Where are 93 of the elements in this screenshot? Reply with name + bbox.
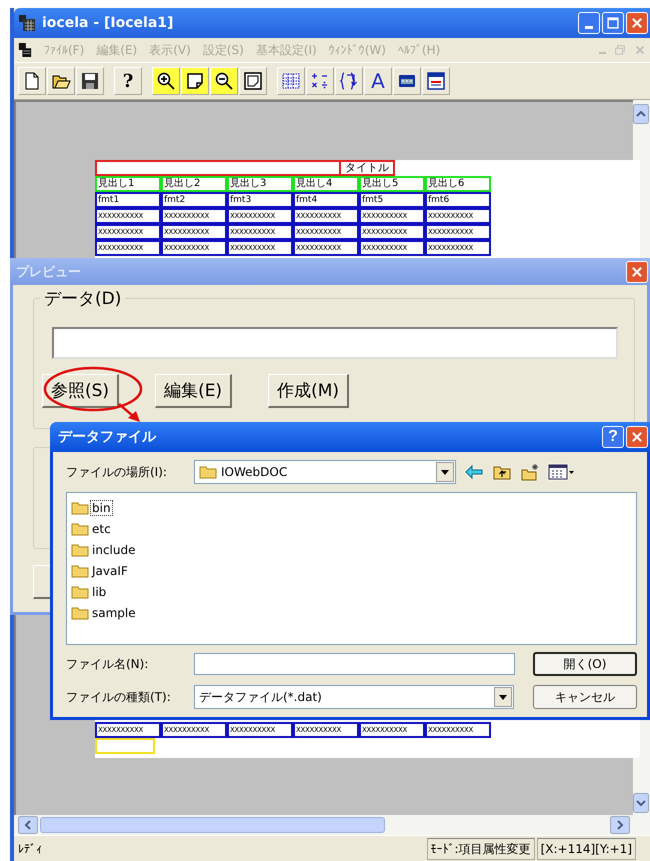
scroll-left-icon[interactable] (18, 816, 38, 834)
toolbar-button[interactable]: ? (114, 67, 142, 95)
scrollbar-thumb[interactable] (40, 817, 385, 833)
toolbar-button[interactable] (393, 67, 421, 95)
file-type-label: ファイルの種類(T): (66, 688, 172, 706)
scroll-up-icon[interactable] (633, 104, 649, 124)
arrow (118, 403, 142, 423)
toolbar-button[interactable] (76, 67, 104, 95)
heading-cell: 見出し4 (293, 176, 359, 192)
dropdown-icon[interactable] (436, 462, 454, 482)
selection-box (95, 738, 155, 754)
new-folder-icon[interactable] (520, 462, 540, 482)
toolbar-button[interactable] (306, 67, 334, 95)
folder-icon (71, 606, 89, 620)
scroll-right-icon[interactable] (610, 816, 630, 834)
math-symbols-icon (310, 71, 330, 91)
open-button[interactable]: 開く(O) (533, 652, 637, 676)
file-type-value: データファイル(*.dat) (199, 688, 322, 706)
sheet-title: タイトル (339, 162, 393, 174)
location-label: ファイルの場所(I): (66, 464, 168, 480)
toolbar-button[interactable] (210, 67, 238, 95)
app-icon (18, 14, 36, 32)
format-cell: fmt5 (359, 192, 425, 208)
format-cell: fmt6 (425, 192, 491, 208)
close-icon (630, 430, 644, 444)
window-title: iocela - [Iocela1] (42, 15, 174, 31)
close-button[interactable] (626, 12, 648, 34)
location-dropdown[interactable]: IOWebDOC (194, 460, 456, 484)
format-cell: fmt2 (161, 192, 227, 208)
scroll-down-icon[interactable] (633, 793, 649, 813)
folder-item[interactable]: lib (90, 584, 108, 600)
toolbar-button[interactable] (181, 67, 209, 95)
toolbar-button[interactable]: A (364, 67, 392, 95)
minimize-icon (585, 26, 593, 29)
heading-cell: 見出し2 (161, 176, 227, 192)
toolbar-button[interactable] (18, 67, 46, 95)
format-cell: fmt1 (95, 192, 161, 208)
toolbar-button[interactable] (335, 67, 363, 95)
view-menu-icon[interactable] (548, 462, 576, 482)
zoom-out-icon (214, 71, 234, 91)
folder-item[interactable]: include (90, 542, 138, 558)
folder-item[interactable]: bin (90, 500, 113, 516)
dialog-button[interactable]: 作成(M) (268, 374, 350, 408)
grid-icon (281, 71, 301, 91)
dropdown-icon[interactable] (494, 687, 512, 707)
position-panel: [X:+114][Y:+1] (536, 838, 636, 860)
form-window-icon (426, 71, 446, 91)
folder-item[interactable]: sample (90, 605, 138, 621)
folder-icon (71, 564, 89, 578)
heading-cell: 見出し1 (95, 176, 161, 192)
toolbar-button[interactable] (47, 67, 75, 95)
format-cell: fmt3 (227, 192, 293, 208)
toolbar-button[interactable] (277, 67, 305, 95)
minimize-button[interactable] (578, 12, 600, 34)
filename-field[interactable] (194, 653, 515, 675)
heading-cell: 見出し5 (359, 176, 425, 192)
brace-arrow-icon (339, 71, 359, 91)
dialog-title: プレビュー (16, 264, 81, 280)
location-value: IOWebDOC (221, 465, 288, 479)
close-button[interactable] (626, 426, 648, 448)
folder-icon (199, 465, 217, 479)
close-icon (630, 16, 644, 30)
folder-icon (71, 501, 89, 515)
folder-icon (71, 543, 89, 557)
data-field[interactable] (52, 327, 618, 359)
cancel-button[interactable]: キャンセル (533, 685, 637, 709)
toolbar-button[interactable] (239, 67, 267, 95)
dialog-button[interactable]: 編集(E) (155, 374, 232, 408)
folder-icon (71, 522, 89, 536)
heading-cell: 見出し6 (425, 176, 491, 192)
dialog-button[interactable]: 参照(S) (42, 374, 120, 408)
folder-item[interactable]: etc (90, 521, 113, 537)
close-button[interactable] (626, 260, 648, 282)
page-icon (185, 71, 205, 91)
document-icon (18, 42, 32, 58)
mode-panel: ﾓｰﾄﾞ:項目属性変更 (426, 838, 535, 860)
filename-label: ファイル名(N): (66, 656, 150, 672)
status-message: ﾚﾃﾞｨ (17, 842, 42, 856)
heading-cell: 見出し3 (227, 176, 293, 192)
frame-icon (243, 71, 263, 91)
toolbar-button[interactable] (152, 67, 180, 95)
close-icon (630, 264, 644, 278)
dialog-title: データファイル (58, 428, 156, 446)
folder-item[interactable]: JavaIF (90, 563, 130, 579)
format-cell: fmt4 (293, 192, 359, 208)
file-type-dropdown[interactable]: データファイル(*.dat) (194, 685, 514, 709)
maximize-button[interactable] (602, 12, 624, 34)
toolbar-button[interactable] (422, 67, 450, 95)
folder-icon (71, 585, 89, 599)
maximize-icon (606, 16, 620, 30)
zoom-in-icon (156, 71, 176, 91)
help-button[interactable]: ? (602, 426, 624, 448)
back-arrow-icon[interactable] (464, 462, 484, 482)
